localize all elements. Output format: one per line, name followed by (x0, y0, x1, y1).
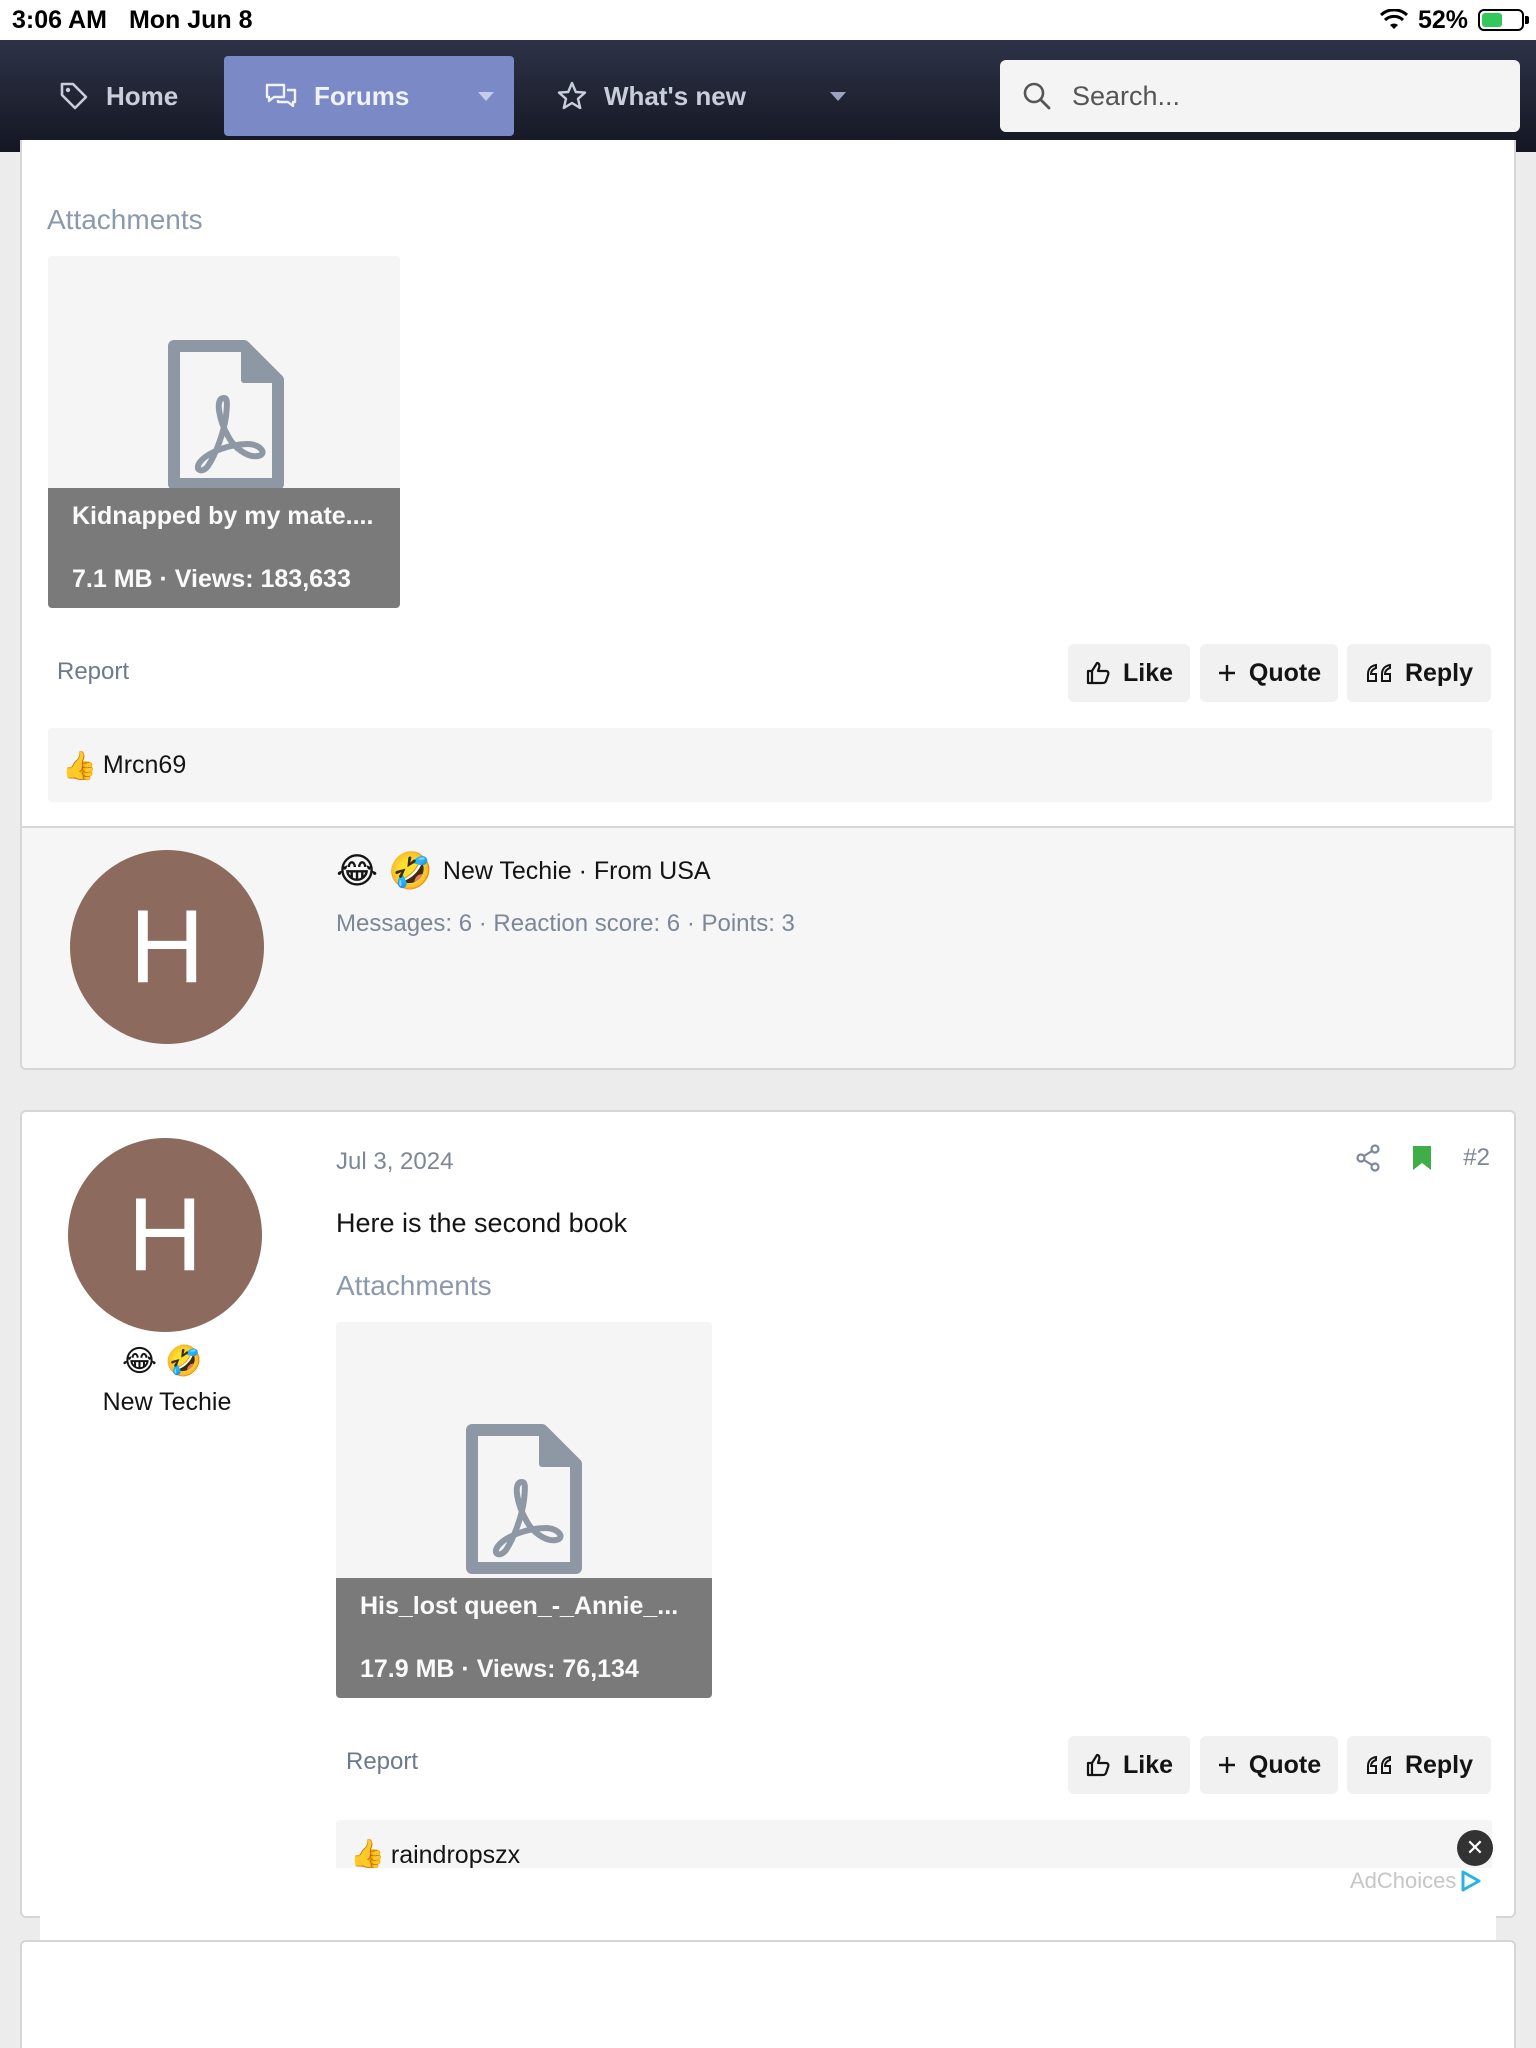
attachment-meta: 17.9 MB · Views: 76,134 (360, 1655, 639, 1683)
chat-bubbles-icon (265, 83, 297, 108)
like-label: Like (1122, 658, 1174, 687)
search-icon (1023, 82, 1051, 110)
status-time: 3:06 AM (12, 5, 107, 34)
attachments-heading: Attachments (47, 204, 203, 235)
quote-label: Quote (1248, 1750, 1322, 1779)
quote-button[interactable]: Quote (1200, 1736, 1338, 1794)
attachment-caption: His_lost queen_-_Annie_... 17.9 MB · Vie… (336, 1578, 712, 1698)
quote-button[interactable]: Quote (1200, 644, 1338, 702)
avatar[interactable]: H (70, 850, 264, 1044)
member-stats: Messages: 6 · Reaction score: 6 · Points… (336, 910, 795, 937)
top-navbar: Home Forums What's new (0, 40, 1536, 152)
nav-forums[interactable]: Forums (224, 56, 514, 136)
battery-fill (1482, 13, 1502, 27)
ad-banner[interactable] (40, 1868, 1496, 1940)
thumbs-up-icon (1086, 1753, 1110, 1777)
share-icon[interactable] (1355, 1144, 1381, 1172)
post-card-1: Attachments Kidnapped by my mate.... 7.1… (20, 140, 1516, 1070)
post-body: Here is the second book (336, 1208, 628, 1238)
report-link[interactable]: Report (57, 658, 129, 686)
nav-whats-new-label: What's new (604, 80, 746, 111)
star-icon (557, 81, 587, 110)
bookmark-icon[interactable] (1411, 1144, 1433, 1172)
ad-choices-label: AdChoices (1350, 1868, 1457, 1893)
member-title: New Techie · From USA (442, 856, 711, 885)
emoji-badges: 😂 🤣 (122, 1345, 203, 1378)
quote-marks-icon (1366, 1755, 1391, 1774)
attachment-filename: Kidnapped by my mate.... (72, 502, 374, 530)
quote-marks-icon (1366, 663, 1391, 682)
reply-button[interactable]: Reply (1347, 1736, 1491, 1794)
reaction-user[interactable]: raindropszx (391, 1841, 520, 1870)
nav-whats-new[interactable]: What's new (556, 56, 846, 136)
wifi-icon (1379, 9, 1408, 29)
attachment-tile[interactable]: Kidnapped by my mate.... 7.1 MB · Views:… (48, 256, 400, 608)
attachments-heading: Attachments (336, 1270, 492, 1301)
plus-icon (1218, 1757, 1235, 1773)
search-box[interactable] (1000, 60, 1520, 132)
attachment-caption: Kidnapped by my mate.... 7.1 MB · Views:… (48, 488, 400, 608)
like-button[interactable]: Like (1068, 1736, 1190, 1794)
nav-home-label: Home (106, 80, 179, 111)
reaction-bar[interactable]: 👍 raindropszx (336, 1820, 1492, 1870)
thumbs-up-emoji-icon: 👍 (62, 749, 97, 781)
pdf-file-icon (466, 1424, 582, 1574)
search-input[interactable] (1072, 80, 1472, 112)
attachment-tile[interactable]: His_lost queen_-_Annie_... 17.9 MB · Vie… (336, 1322, 712, 1698)
member-title-line: 😂 🤣 New Techie · From USA (336, 850, 711, 892)
reply-label: Reply (1404, 1750, 1474, 1779)
post-date[interactable]: Jul 3, 2024 (336, 1148, 453, 1176)
thumbs-up-icon (1086, 661, 1110, 685)
post-card-3 (20, 1940, 1516, 2048)
nav-forums-label: Forums (314, 80, 410, 111)
like-label: Like (1122, 1750, 1174, 1779)
pdf-file-icon (168, 340, 284, 490)
attachment-filename: His_lost queen_-_Annie_... (360, 1592, 679, 1620)
avatar[interactable]: H (68, 1138, 262, 1332)
ad-choices[interactable]: AdChoices (1350, 1868, 1482, 1894)
tag-icon (60, 82, 88, 110)
quote-label: Quote (1248, 658, 1322, 687)
nav-home[interactable]: Home (58, 56, 178, 136)
attachment-meta: 7.1 MB · Views: 183,633 (72, 565, 351, 593)
status-date: Mon Jun 8 (128, 5, 253, 34)
chevron-down-icon[interactable] (478, 91, 494, 101)
status-indicators: 52% (1379, 5, 1529, 35)
status-bar: 3:06 AM Mon Jun 8 52% (0, 0, 1536, 40)
plus-icon (1218, 665, 1235, 681)
chevron-down-icon[interactable] (830, 91, 846, 101)
battery-percent: 52% (1417, 5, 1468, 34)
close-icon[interactable]: ✕ (1457, 1830, 1493, 1866)
post-tools: #2 (1355, 1144, 1490, 1172)
emoji-badges: 😂 🤣 (336, 850, 433, 891)
reaction-bar[interactable]: 👍 Mrcn69 (48, 728, 1492, 802)
post-number[interactable]: #2 (1463, 1144, 1490, 1172)
reply-button[interactable]: Reply (1347, 644, 1491, 702)
post-card-2: H 😂 🤣 New Techie Jul 3, 2024 #2 Here is … (20, 1110, 1516, 1918)
like-button[interactable]: Like (1068, 644, 1190, 702)
reply-label: Reply (1404, 658, 1474, 687)
report-link[interactable]: Report (346, 1748, 418, 1776)
member-info-strip: H 😂 🤣 New Techie · From USA Messages: 6 … (22, 826, 1514, 1068)
thumbs-up-emoji-icon: 👍 (350, 1838, 385, 1869)
user-title: New Techie (102, 1388, 232, 1416)
reaction-user[interactable]: Mrcn69 (103, 751, 186, 780)
adchoices-icon (1461, 1870, 1481, 1892)
battery-icon (1478, 9, 1529, 31)
